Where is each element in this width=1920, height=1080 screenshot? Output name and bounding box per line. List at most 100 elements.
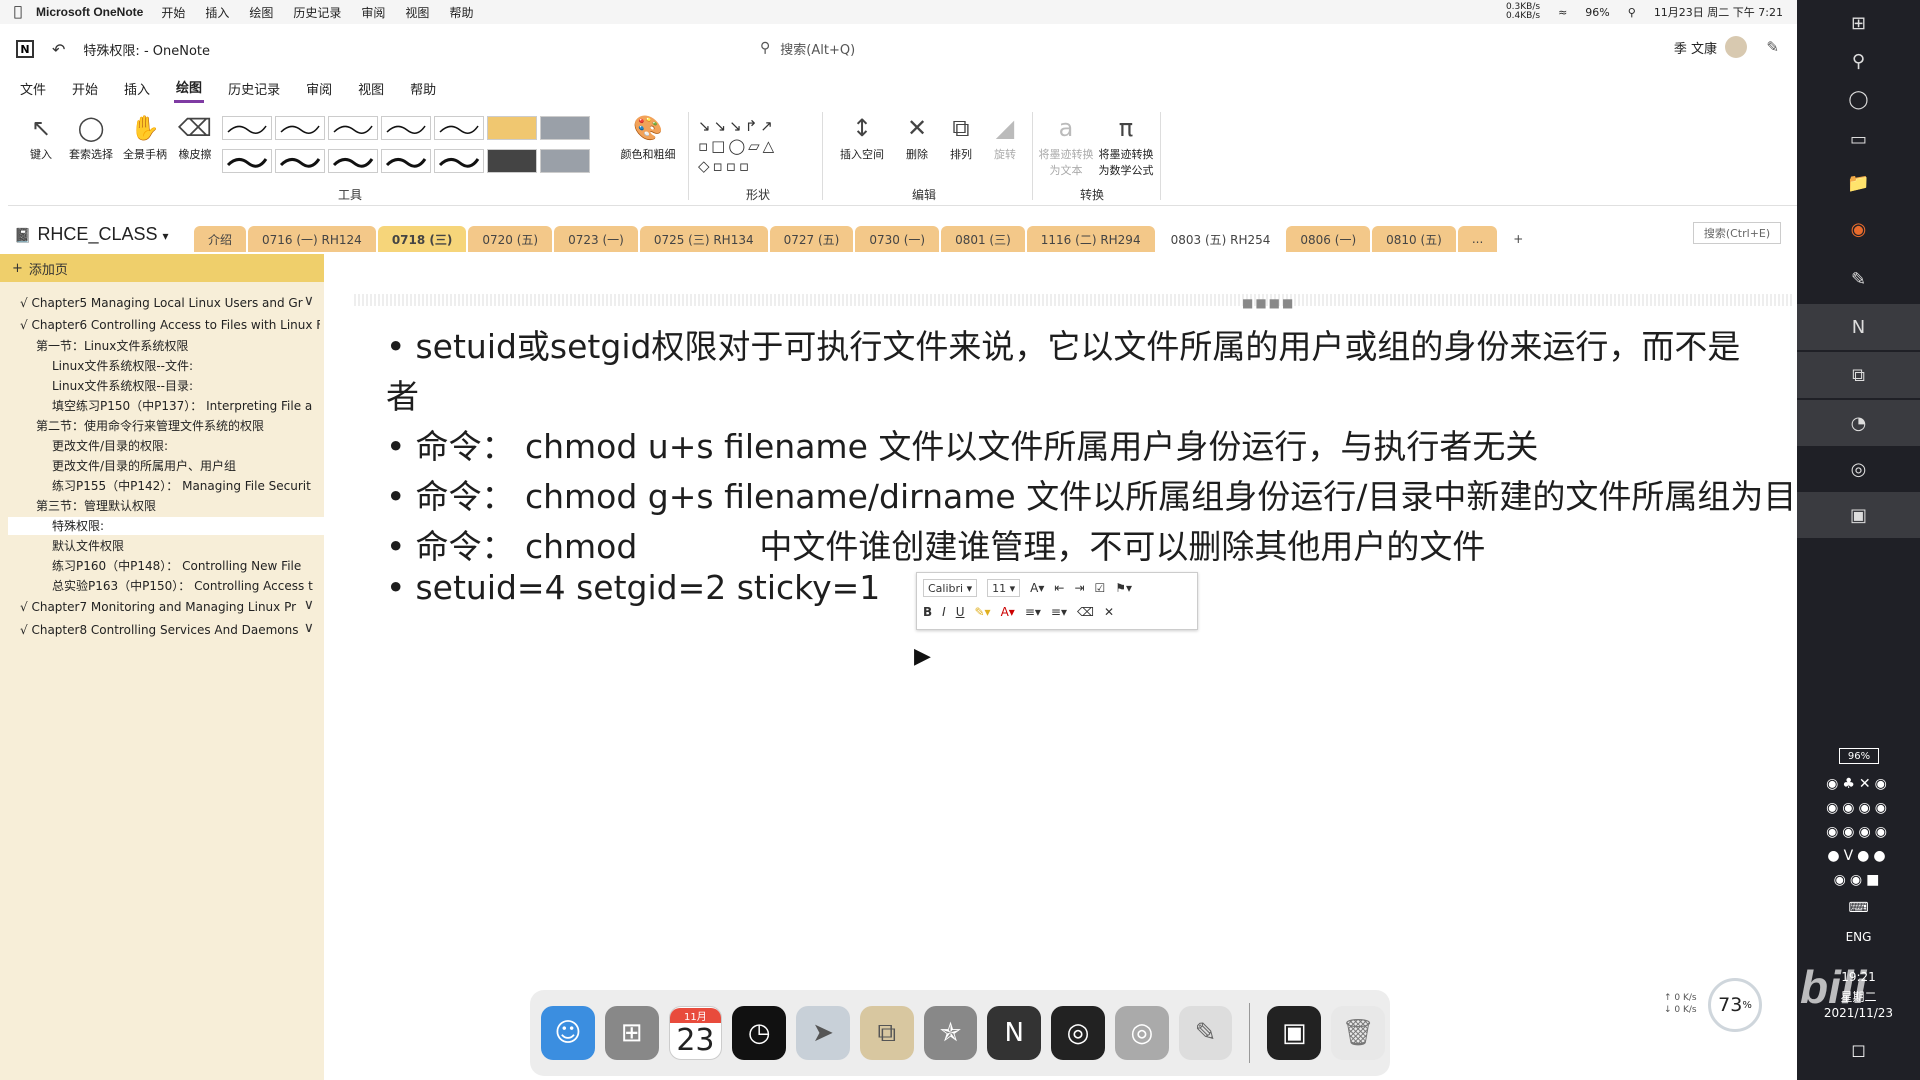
tab-view[interactable]: 视图 — [356, 75, 386, 102]
page-title-area[interactable] — [354, 294, 1794, 306]
format-painter-icon[interactable]: A▾ — [1030, 581, 1044, 595]
note-line[interactable]: • 命令： chmod g+s filename/dirname 文件以所属组身份… — [386, 470, 1796, 518]
page-item[interactable]: 练习P155（中P142）： Managing File Securit — [52, 477, 320, 495]
menu-item[interactable]: 开始 — [161, 4, 185, 21]
pen-swatch[interactable] — [381, 116, 431, 140]
highlighter-swatch[interactable] — [540, 149, 590, 173]
chevron-down-icon[interactable]: ∨ — [304, 621, 314, 637]
page-item[interactable]: 填空练习P150（中P137）： Interpreting File a — [52, 397, 320, 415]
apple-icon[interactable]:  — [0, 4, 36, 20]
onenote-icon[interactable]: N — [1797, 304, 1920, 350]
page-item[interactable]: 练习P160（中P148）： Controlling New File — [52, 557, 320, 575]
wifi-icon[interactable]: ≈ — [1558, 6, 1567, 19]
note-line[interactable]: • setuid=4 setgid=2 sticky=1 — [386, 568, 880, 607]
tray-icons[interactable]: ◉♣✕◉ — [1797, 776, 1920, 792]
obs-icon[interactable]: ◎ — [1051, 1006, 1105, 1060]
pen-swatch[interactable] — [434, 149, 484, 173]
menu-item[interactable]: 视图 — [405, 4, 429, 21]
tray-icons[interactable]: ◉◉◉◉ — [1797, 800, 1920, 816]
keyboard-icon[interactable]: ⌨ — [1797, 900, 1920, 916]
pen-swatch[interactable] — [328, 116, 378, 140]
section-tab[interactable]: 0720 (五) — [468, 226, 553, 252]
section-tab[interactable]: 0806 (一) — [1286, 226, 1371, 252]
more-sections-button[interactable]: ... — [1457, 226, 1498, 252]
page-canvas[interactable]: ■■■■ • setuid或setgid权限对于可执行文件来说，它以文件所属的用户… — [324, 254, 1797, 1080]
calendar-icon[interactable]: 11月 23 — [668, 1006, 723, 1060]
bullets-icon[interactable]: ≡▾ — [1025, 605, 1041, 619]
search-icon[interactable]: ⚲ — [1628, 6, 1636, 19]
pen-icon[interactable]: ✎ — [1797, 256, 1920, 302]
task-view-icon[interactable]: ▭ — [1797, 116, 1920, 162]
tab-draw[interactable]: 绘图 — [174, 73, 205, 103]
onenote-icon[interactable]: N — [987, 1006, 1042, 1060]
lasso-button[interactable]: ◯ 套索选择 — [66, 110, 116, 162]
language-indicator[interactable]: ENG — [1797, 930, 1920, 944]
app-icon[interactable]: ◎ — [1114, 1006, 1169, 1060]
menu-item[interactable]: 帮助 — [449, 4, 473, 21]
note-line[interactable]: • 命令： chmod 中文件谁创建谁管理，不可以删除其他用户的文件 — [386, 520, 1485, 568]
section-tab[interactable]: 0810 (五) — [1372, 226, 1456, 252]
font-select[interactable]: Calibri ▾ — [923, 579, 978, 597]
section-tab[interactable]: 0716 (一) RH124 — [248, 226, 376, 252]
firefox-icon[interactable]: ◉ — [1797, 206, 1920, 252]
pen-swatch[interactable] — [381, 149, 431, 173]
page-item[interactable]: 特殊权限: — [8, 517, 324, 535]
pen-icon[interactable]: ✎ — [1766, 38, 1779, 56]
menu-item[interactable]: 插入 — [205, 4, 229, 21]
page-item[interactable]: 总实验P163（中P150）： Controlling Access t — [52, 577, 320, 595]
section-tab[interactable]: 0801 (三) — [941, 226, 1025, 252]
section-tab[interactable]: 0730 (一) — [855, 226, 940, 252]
font-color-icon[interactable]: A▾ — [1001, 605, 1015, 619]
app-icon[interactable]: ◎ — [1797, 446, 1920, 492]
note-line[interactable]: 者 — [386, 370, 419, 418]
window-preview-icon[interactable]: ▣ — [1267, 1006, 1322, 1060]
highlight-icon[interactable]: ✎▾ — [975, 605, 991, 619]
pen-swatch[interactable] — [222, 116, 272, 140]
page-item[interactable]: Linux文件系统权限--目录: — [52, 377, 320, 395]
rotate-button[interactable]: ◢ 旋转 — [980, 110, 1030, 162]
checkbox-icon[interactable]: ☑ — [1095, 581, 1106, 595]
increase-indent-icon[interactable]: ⇥ — [1074, 581, 1084, 595]
pen-swatch[interactable] — [275, 149, 325, 173]
italic-button[interactable]: I — [942, 605, 946, 619]
font-size-select[interactable]: 11 ▾ — [987, 579, 1021, 597]
highlighter-swatch[interactable] — [540, 116, 590, 140]
chevron-down-icon[interactable]: ∨ — [304, 598, 314, 614]
page-item[interactable]: 更改文件/目录的权限: — [52, 437, 320, 455]
pen-swatch[interactable] — [275, 116, 325, 140]
back-icon[interactable]: ↶ — [52, 40, 65, 59]
bold-button[interactable]: B — [923, 605, 932, 619]
note-line[interactable]: • 命令： chmod u+s filename 文件以文件所属用户身份运行，与执… — [386, 420, 1538, 468]
delete-button[interactable]: ✕ 删除 — [892, 110, 942, 162]
page-item[interactable]: 第三节：管理默认权限 — [36, 497, 320, 515]
tab-review[interactable]: 审阅 — [304, 75, 334, 102]
eraser-button[interactable]: ⌫ 橡皮擦 — [170, 110, 220, 162]
pen-swatch[interactable] — [328, 149, 378, 173]
section-group-item[interactable]: √ Chapter5 Managing Local Linux Users an… — [20, 294, 320, 312]
drag-handle[interactable]: ■■■■ — [1242, 296, 1295, 310]
finder-icon[interactable]: ☺ — [541, 1006, 595, 1060]
menu-item[interactable]: 历史记录 — [293, 4, 341, 21]
battery-indicator[interactable]: 96% — [1839, 748, 1879, 764]
pen-swatch[interactable] — [222, 149, 272, 173]
clock[interactable]: 11月23日 周二 下午 7:21 — [1654, 4, 1783, 20]
pen-icon[interactable]: ✎ — [1178, 1006, 1233, 1060]
shapes-gallery[interactable]: ↘↘↘↱↗ ▫□◯▱△ ◇▫▫▫ — [698, 116, 808, 176]
tray-icons[interactable]: ●V●● — [1797, 848, 1920, 864]
app-name[interactable]: Microsoft OneNote — [36, 5, 143, 19]
section-tab[interactable]: 0803 (五) RH254 — [1156, 226, 1285, 252]
user-name[interactable]: 季 文康 — [1674, 38, 1717, 57]
folder-icon[interactable]: 📁 — [1797, 160, 1920, 206]
avatar[interactable] — [1725, 36, 1747, 58]
performance-gauge[interactable]: 73% — [1708, 978, 1762, 1032]
app-icon[interactable]: ✯ — [923, 1006, 978, 1060]
parallels-icon[interactable]: ⧉ — [859, 1006, 914, 1060]
launchpad-icon[interactable]: ⊞ — [604, 1006, 659, 1060]
tray-icons[interactable]: ◉◉■ — [1797, 872, 1920, 888]
pen-swatch[interactable] — [434, 116, 484, 140]
clear-format-icon[interactable]: ⌫ — [1077, 605, 1094, 619]
tab-file[interactable]: 文件 — [18, 75, 48, 102]
app-icon[interactable]: ◔ — [1797, 400, 1920, 446]
section-group-item[interactable]: √ Chapter8 Controlling Services And Daem… — [20, 621, 320, 639]
section-tab[interactable]: 1116 (二) RH294 — [1026, 226, 1155, 252]
